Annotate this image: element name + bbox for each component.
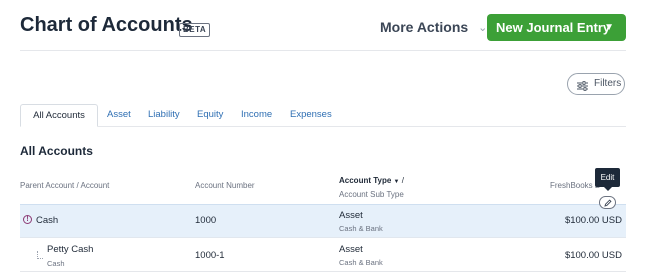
new-journal-entry-label: New Journal Entry [496,20,611,35]
tab-asset[interactable]: Asset [107,104,131,126]
pencil-icon [604,199,612,207]
new-journal-entry-button[interactable]: New Journal Entry ▼ [487,14,626,41]
more-actions-button[interactable]: More Actions ⌄ [380,19,487,35]
account-sub-type: Cash & Bank [339,224,383,233]
account-number: 1000-1 [195,250,225,261]
account-type: Asset [339,244,363,255]
table-row[interactable] [20,238,626,272]
column-parent-account[interactable]: Parent Account / Account [20,181,109,190]
column-separator: / [401,176,404,185]
chevron-down-icon: ⌄ [478,22,488,34]
account-number: 1000 [195,215,217,226]
filters-button[interactable]: Filters [567,73,625,95]
filters-label: Filters [594,78,622,89]
section-title: All Accounts [20,144,93,158]
edit-button[interactable] [599,196,616,209]
header-divider [20,50,626,51]
column-account-number[interactable]: Account Number [195,181,255,190]
account-sub-type: Cash & Bank [339,258,383,267]
parent-account-name: Cash [47,259,65,268]
tooltip-arrow [604,187,612,191]
tab-equity[interactable]: Equity [197,104,223,126]
column-balance[interactable]: FreshBooks B [550,181,600,190]
page-title: Chart of Accounts [20,14,193,36]
tab-expenses[interactable]: Expenses [290,104,332,126]
tab-income[interactable]: Income [241,104,272,126]
tab-all-accounts[interactable]: All Accounts [20,104,98,127]
account-type: Asset [339,210,363,221]
tab-liability[interactable]: Liability [148,104,180,126]
column-account-type[interactable]: Account Type ▼ / [339,176,404,185]
edit-tooltip: Edit [595,168,620,187]
account-balance: $100.00 USD [564,215,622,226]
tree-connector [37,251,43,259]
table-row[interactable] [20,204,626,238]
more-actions-label: More Actions [380,19,469,35]
account-name: Cash [36,215,59,226]
tabs-divider [20,126,626,127]
column-account-type-label: Account Type [339,176,392,185]
sliders-icon [577,79,588,99]
sort-caret-icon: ▼ [393,179,400,185]
warning-icon: ! [23,215,32,224]
account-balance: $100.00 USD [564,250,622,261]
chevron-down-icon: ▼ [604,22,614,33]
account-name: Petty Cash [47,244,94,255]
column-account-sub-type[interactable]: Account Sub Type [339,190,404,199]
beta-badge: BETA [179,23,211,37]
